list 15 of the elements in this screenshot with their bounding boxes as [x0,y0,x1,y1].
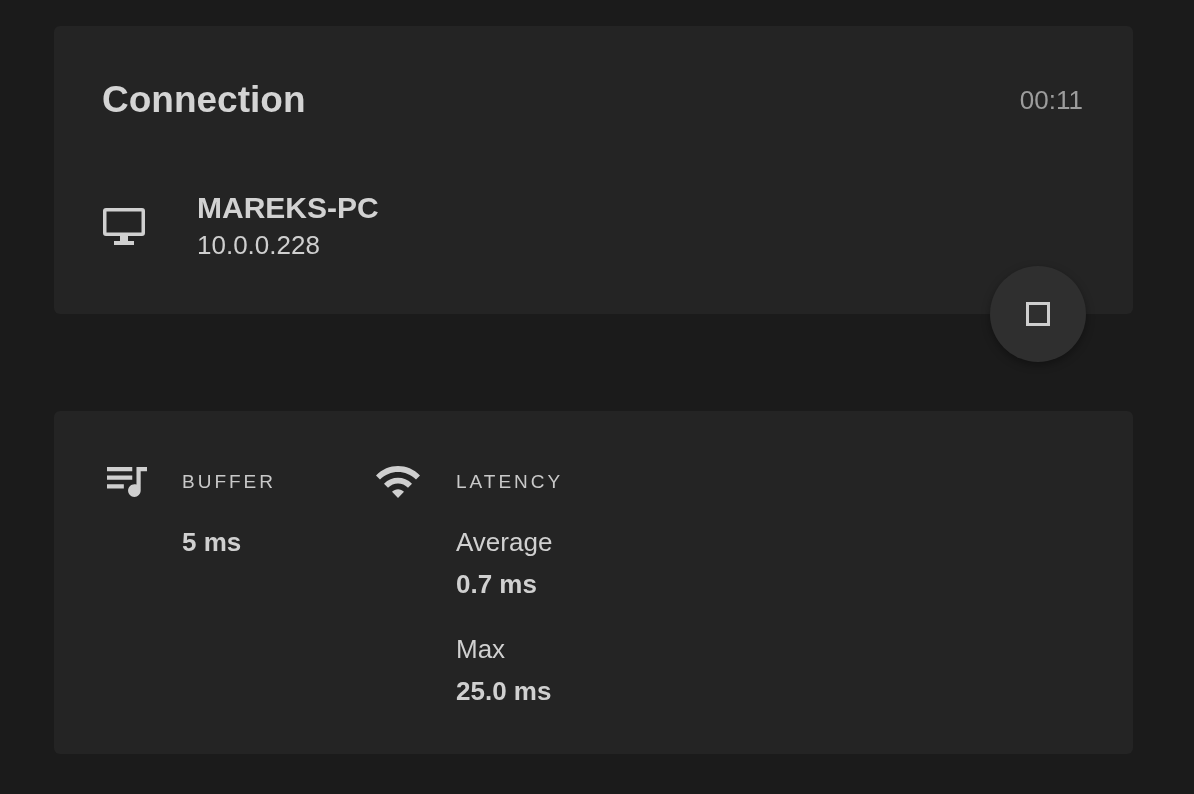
music-list-icon [107,467,147,497]
card-title: Connection [102,78,306,122]
device-name: MAREKS-PC [197,190,379,226]
stat-label: BUFFER [182,470,276,494]
stat-name: Max [456,634,506,664]
stat-value: 0.7 ms [456,569,537,599]
stop-icon [1026,302,1050,326]
monitor-icon [102,206,146,246]
stat-label: LATENCY [456,470,564,494]
device-address: 10.0.0.228 [197,230,320,260]
stat-value: 25.0 ms [456,676,552,706]
stat-name: Average [456,527,553,557]
stat-value: 5 ms [182,527,242,557]
wifi-icon [376,466,420,498]
elapsed-time: 00:11 [1019,85,1083,115]
